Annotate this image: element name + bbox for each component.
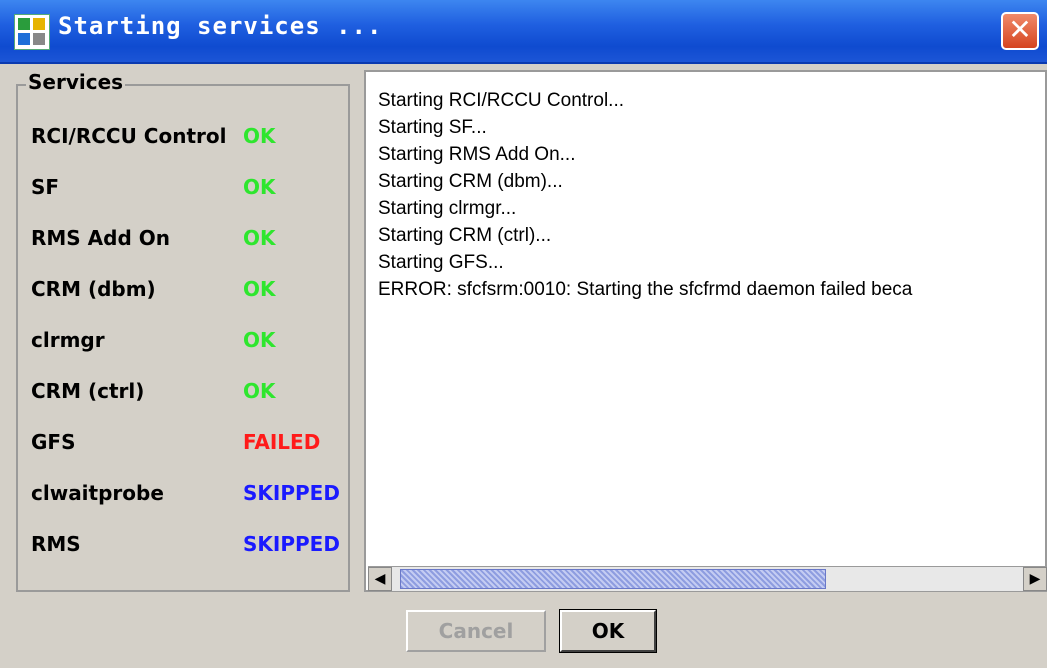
app-icon: [14, 14, 50, 50]
service-status: FAILED: [243, 430, 321, 454]
service-row: CRM (ctrl) OK: [31, 379, 349, 409]
service-name: RMS: [31, 532, 81, 556]
horizontal-scrollbar[interactable]: ◀ ▶: [368, 566, 1047, 591]
log-line: Starting SF...: [378, 117, 487, 138]
service-name: SF: [31, 175, 60, 199]
service-name: GFS: [31, 430, 76, 454]
cancel-button[interactable]: Cancel: [406, 610, 546, 652]
service-row: GFS FAILED: [31, 430, 349, 460]
log-line: Starting clrmgr...: [378, 198, 517, 219]
log-output[interactable]: Starting RCI/RCCU Control... Starting SF…: [364, 70, 1047, 592]
scroll-left-arrow-icon[interactable]: ◀: [368, 567, 392, 591]
log-line: ERROR: sfcfsrm:0010: Starting the sfcfrm…: [378, 279, 913, 300]
service-status: OK: [243, 226, 276, 250]
service-name: RMS Add On: [31, 226, 170, 250]
service-name: RCI/RCCU Control: [31, 124, 227, 148]
service-name: clwaitprobe: [31, 481, 164, 505]
service-name: CRM (dbm): [31, 277, 156, 301]
log-line: Starting RMS Add On...: [378, 144, 576, 165]
service-row: SF OK: [31, 175, 349, 205]
log-line: Starting RCI/RCCU Control...: [378, 90, 625, 111]
starting-services-dialog: Starting services ... ✕ Services RCI/RCC…: [0, 0, 1047, 668]
service-name: clrmgr: [31, 328, 105, 352]
service-status: OK: [243, 175, 276, 199]
service-status: OK: [243, 379, 276, 403]
service-status: OK: [243, 328, 276, 352]
service-status: OK: [243, 277, 276, 301]
close-icon[interactable]: ✕: [1001, 12, 1039, 50]
log-line: Starting CRM (ctrl)...: [378, 225, 552, 246]
window-title: Starting services ...: [58, 12, 383, 40]
service-status: SKIPPED: [243, 532, 340, 556]
services-group-title: Services: [26, 70, 126, 94]
service-row: clwaitprobe SKIPPED: [31, 481, 349, 511]
log-line: Starting GFS...: [378, 252, 504, 273]
scroll-thumb[interactable]: [400, 569, 826, 589]
service-status: OK: [243, 124, 276, 148]
scroll-right-arrow-icon[interactable]: ▶: [1023, 567, 1047, 591]
ok-button[interactable]: OK: [560, 610, 656, 652]
title-bar[interactable]: Starting services ... ✕: [0, 0, 1047, 64]
service-row: clrmgr OK: [31, 328, 349, 358]
service-row: RMS SKIPPED: [31, 532, 349, 562]
service-name: CRM (ctrl): [31, 379, 145, 403]
service-row: RCI/RCCU Control OK: [31, 124, 349, 154]
service-row: CRM (dbm) OK: [31, 277, 349, 307]
log-line: Starting CRM (dbm)...: [378, 171, 563, 192]
service-status: SKIPPED: [243, 481, 340, 505]
service-row: RMS Add On OK: [31, 226, 349, 256]
